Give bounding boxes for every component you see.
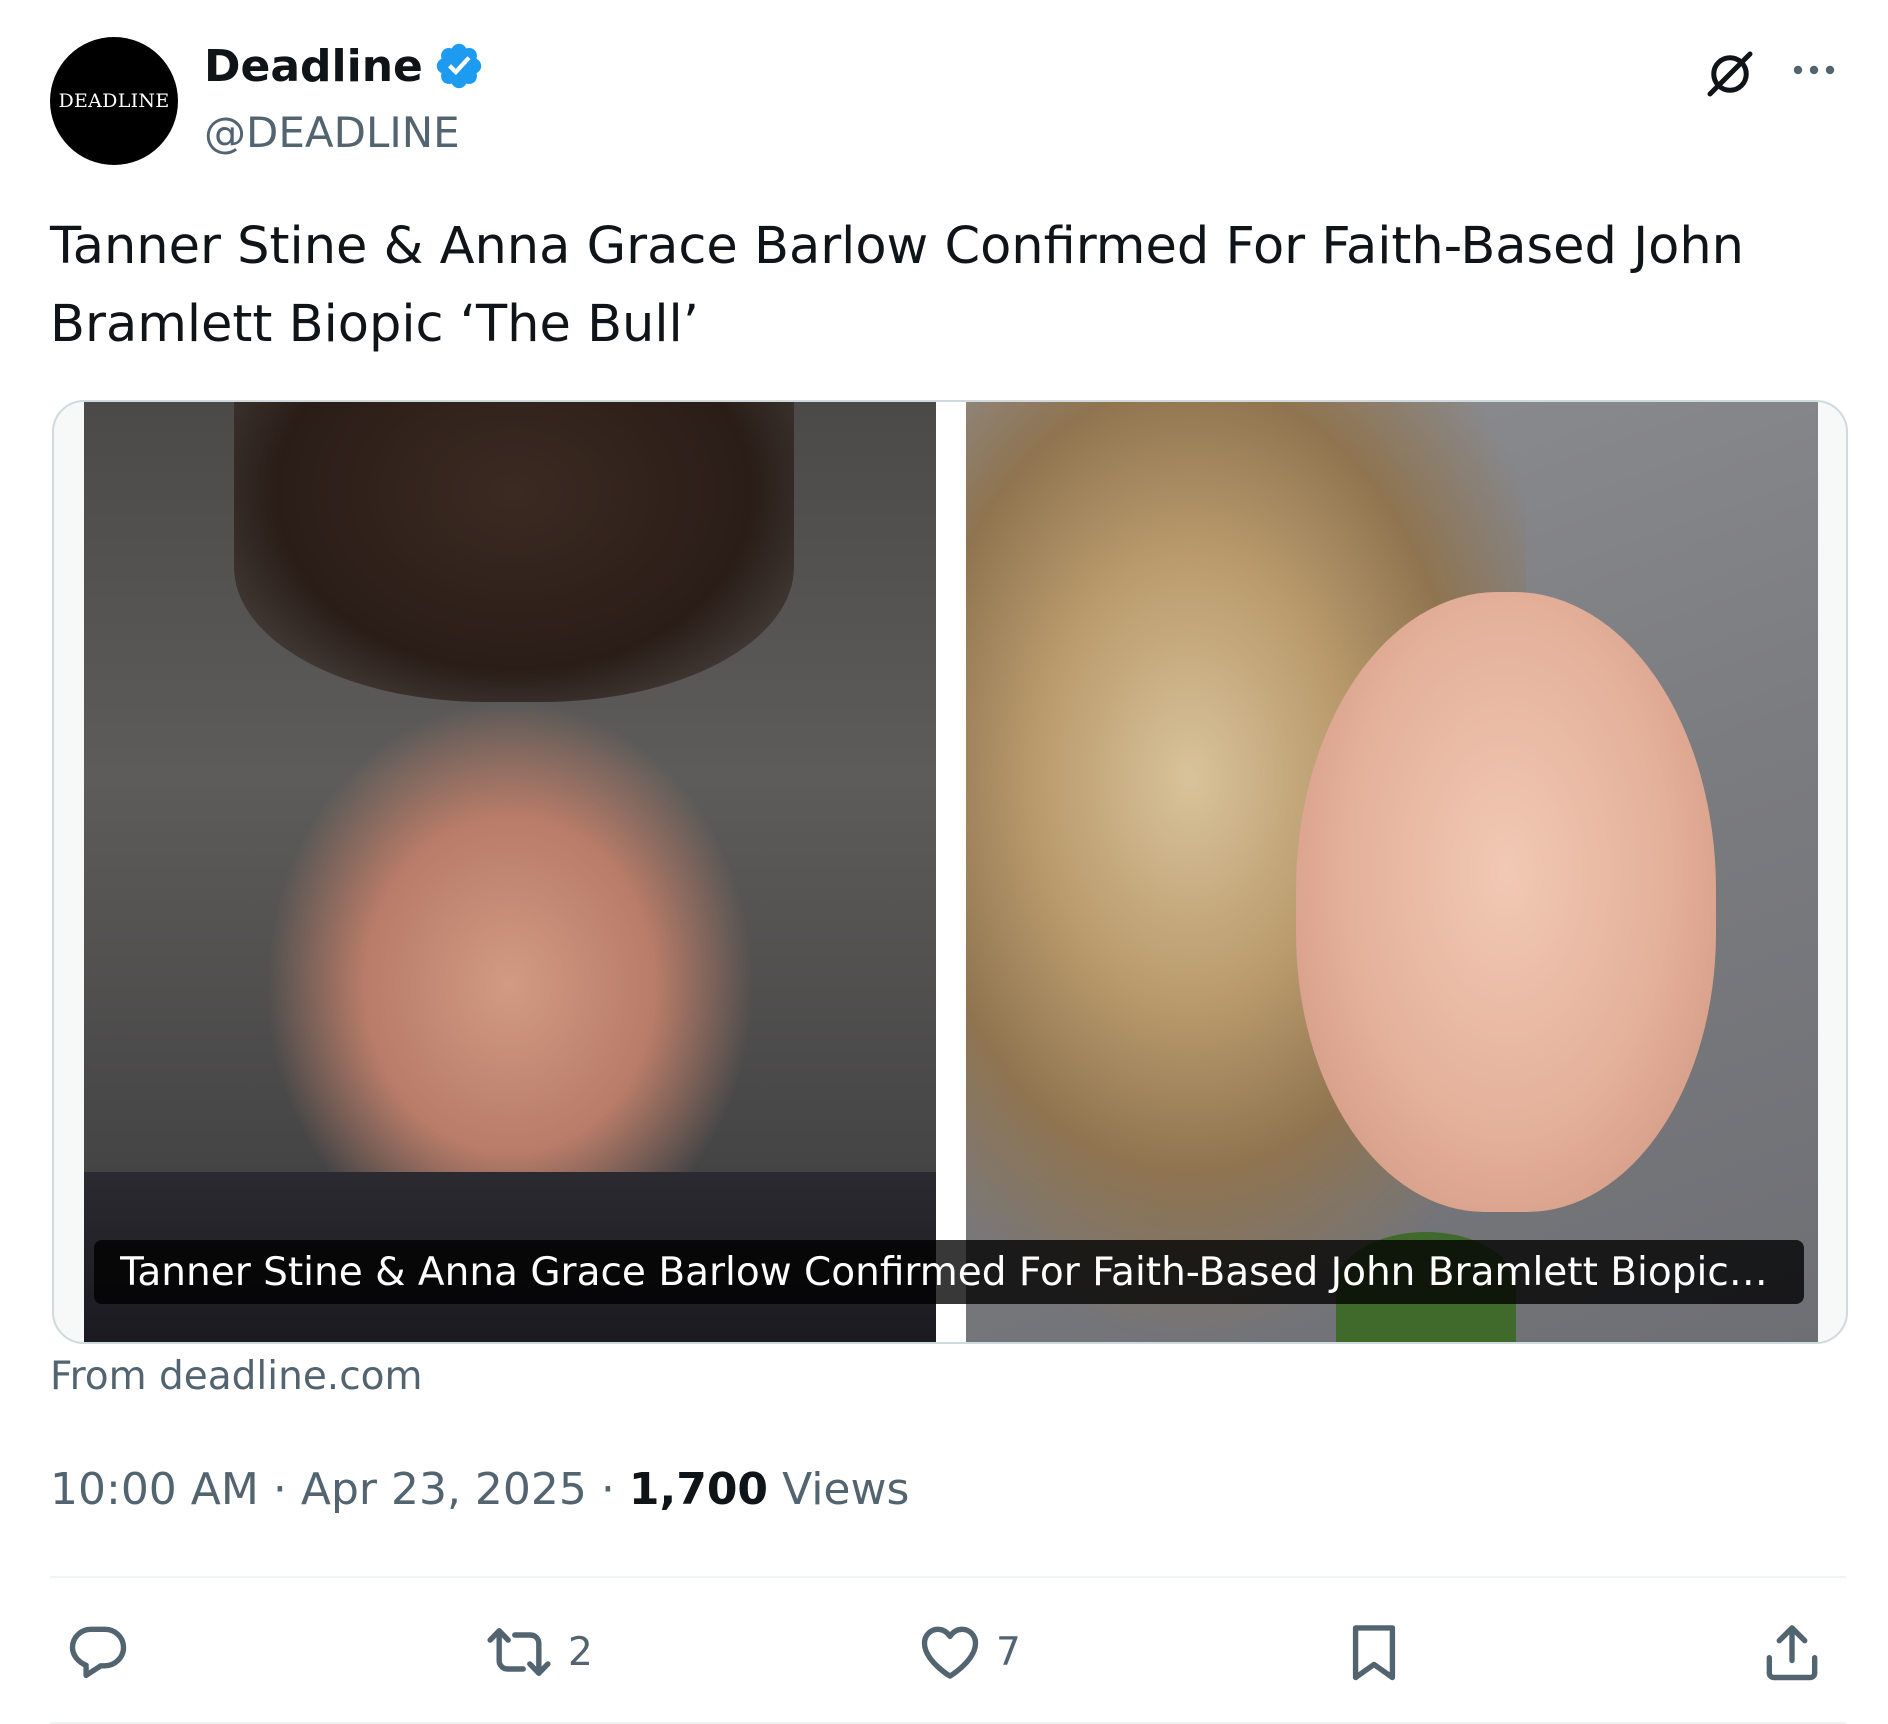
grok-icon xyxy=(1707,51,1753,97)
post-time[interactable]: 10:00 AM xyxy=(50,1464,259,1515)
author-handle[interactable]: @DEADLINE xyxy=(204,108,460,157)
views-label: Views xyxy=(782,1464,910,1515)
like-count: 7 xyxy=(996,1629,1021,1675)
card-source[interactable]: From deadline.com xyxy=(50,1354,423,1399)
card-image-left xyxy=(84,402,936,1342)
author-display-name[interactable]: Deadline xyxy=(204,41,423,92)
share-button[interactable] xyxy=(1758,1614,1826,1690)
verified-badge-icon[interactable] xyxy=(433,40,485,92)
post-date[interactable]: Apr 23, 2025 xyxy=(301,1464,587,1515)
tweet: DEADLINE Deadline @DEADLINE Tanner Stine… xyxy=(0,0,1888,1724)
card-caption: Tanner Stine & Anna Grace Barlow Confirm… xyxy=(94,1240,1804,1304)
retweet-count: 2 xyxy=(568,1629,593,1675)
retweet-icon xyxy=(487,1628,551,1676)
retweet-button[interactable]: 2 xyxy=(482,1614,593,1690)
card-image-divider xyxy=(936,402,966,1342)
card-image-right xyxy=(966,402,1818,1342)
views-count: 1,700 xyxy=(628,1464,769,1515)
avatar[interactable]: DEADLINE xyxy=(50,37,178,165)
card-caption-text: Tanner Stine & Anna Grace Barlow Confirm… xyxy=(120,1249,1778,1295)
post-meta: 10:00 AM · Apr 23, 2025 · 1,700 Views xyxy=(50,1464,909,1515)
author-name-row: Deadline xyxy=(204,40,485,92)
meta-separator: · xyxy=(272,1464,301,1515)
divider-top xyxy=(50,1576,1846,1578)
share-icon xyxy=(1766,1625,1818,1681)
meta-separator: · xyxy=(600,1464,629,1515)
reply-button[interactable] xyxy=(64,1614,132,1690)
tweet-text: Tanner Stine & Anna Grace Barlow Confirm… xyxy=(50,217,1744,354)
avatar-logo-text: DEADLINE xyxy=(58,90,170,112)
more-icon xyxy=(1793,65,1835,75)
bookmark-button[interactable] xyxy=(1340,1614,1408,1690)
grok-button[interactable] xyxy=(1696,40,1764,108)
heart-icon xyxy=(921,1626,979,1679)
more-button[interactable] xyxy=(1780,40,1848,100)
like-button[interactable]: 7 xyxy=(916,1614,1021,1690)
reply-icon xyxy=(69,1626,127,1679)
bookmark-icon xyxy=(1352,1625,1396,1681)
link-card[interactable]: Tanner Stine & Anna Grace Barlow Confirm… xyxy=(52,400,1848,1344)
card-image-right-face xyxy=(1296,592,1716,1212)
card-image-left-hair xyxy=(234,402,794,702)
